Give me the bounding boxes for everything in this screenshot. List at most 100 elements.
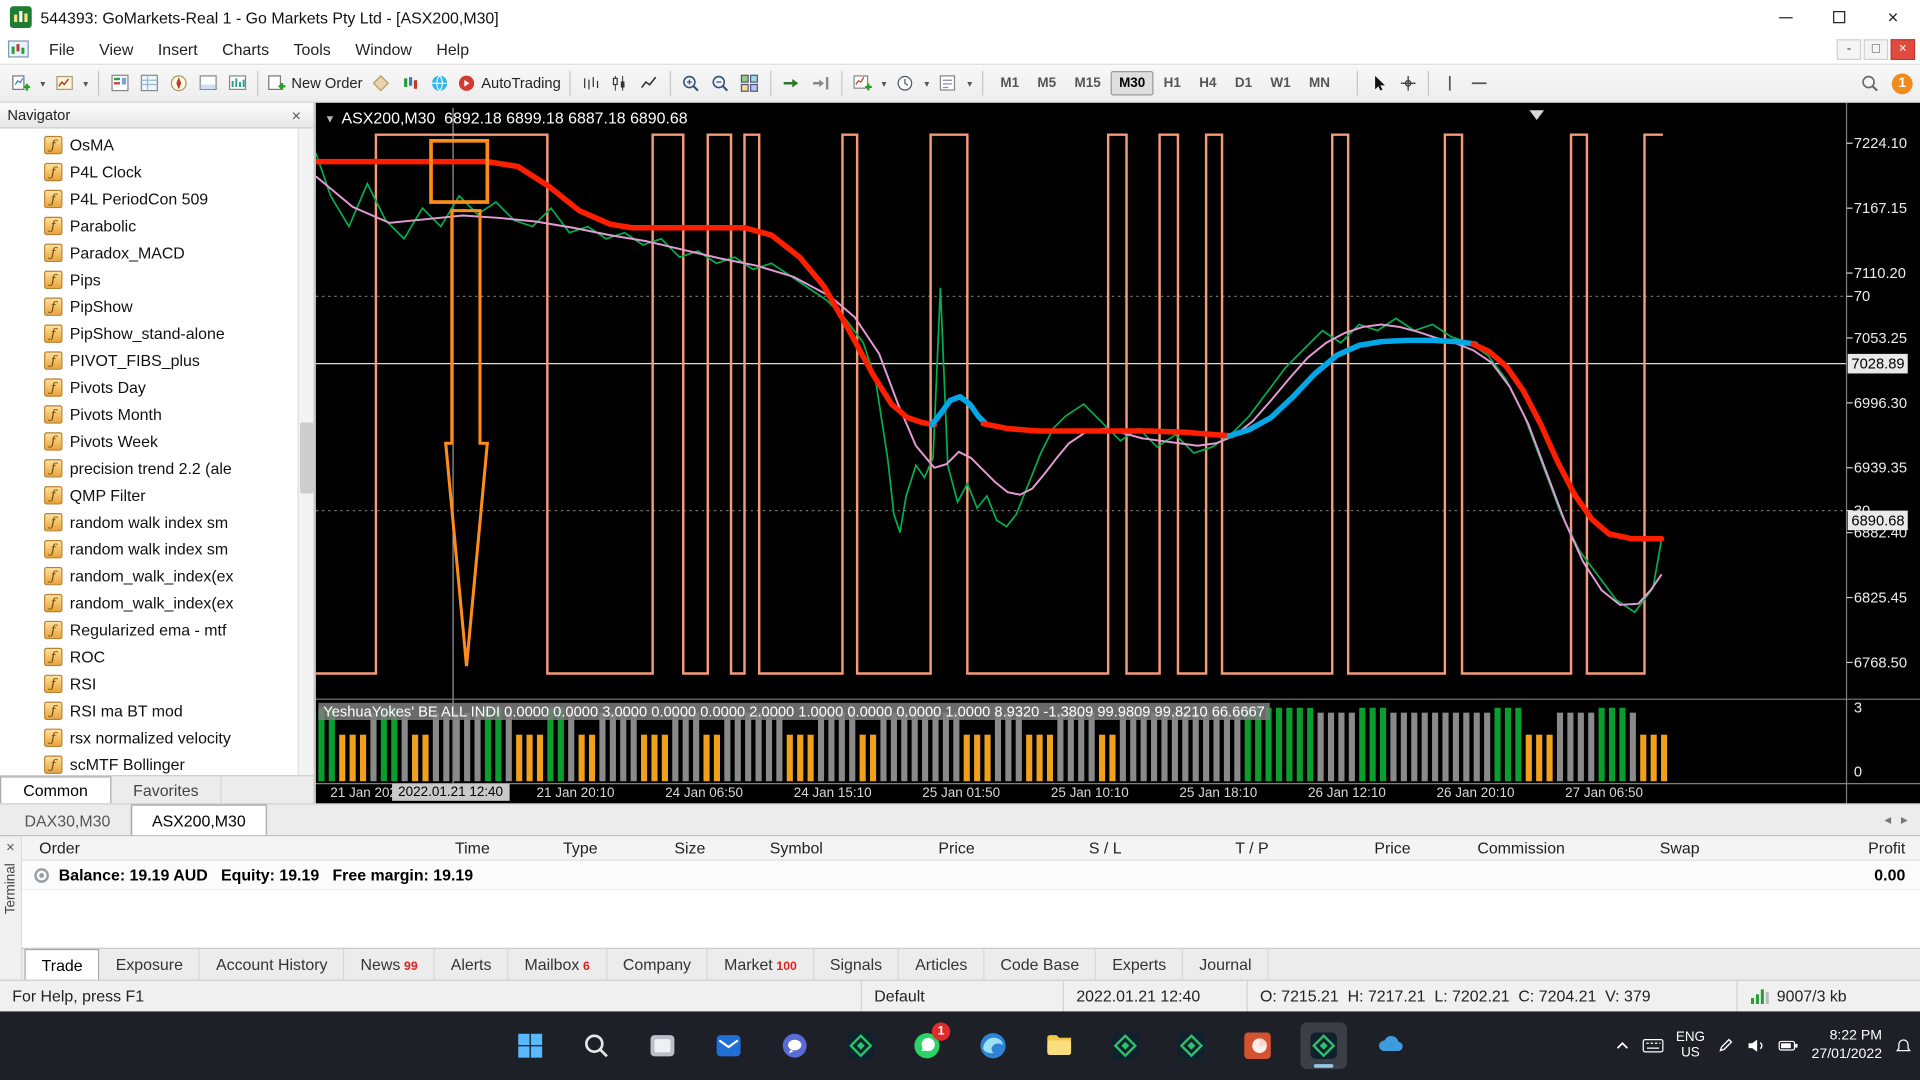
child-restore-button[interactable]: □ (1863, 38, 1889, 60)
new-chart-button[interactable] (7, 69, 35, 98)
indicator-item-pipshow-stand-alone[interactable]: ƒ PipShow_stand-alone (0, 320, 296, 347)
child-close-button[interactable]: × (1890, 38, 1916, 60)
terminal-column-swap-10[interactable]: Swap (1575, 839, 1710, 857)
indicator-item-parabolic[interactable]: ƒ Parabolic (0, 212, 296, 239)
indicator-item-rsx-normalized-velocity[interactable]: ƒ rsx normalized velocity (0, 724, 296, 751)
zoom-out-button[interactable] (706, 69, 734, 98)
terminal-tab-trade[interactable]: Trade (24, 948, 100, 980)
templates-button[interactable] (934, 69, 962, 98)
indicator-item-precision-trend-2-2-ale[interactable]: ƒ precision trend 2.2 (ale (0, 454, 296, 481)
terminal-panel-button[interactable] (193, 69, 221, 98)
timeframe-d1-button[interactable]: D1 (1226, 71, 1260, 95)
terminal-column-commission-9[interactable]: Commission (1420, 839, 1574, 857)
autotrading-button[interactable]: AutoTrading (454, 69, 563, 98)
indicator-item-pivots-day[interactable]: ƒ Pivots Day (0, 373, 296, 400)
time-axis[interactable]: 21 Jan 2022 21 Jan 20:10 24 Jan 06:50 24 Ja… (316, 783, 1847, 804)
battery-icon[interactable] (1778, 1038, 1799, 1053)
collapse-icon[interactable]: ▼ (324, 112, 335, 124)
timeframe-m1-button[interactable]: M1 (992, 71, 1028, 95)
terminal-column-profit-11[interactable]: Profit (1709, 839, 1920, 857)
timeframe-w1-button[interactable]: W1 (1262, 71, 1299, 95)
terminal-column-size-3[interactable]: Size (607, 839, 715, 857)
tabs-scroll-right-icon[interactable]: ▸ (1901, 812, 1908, 828)
child-minimize-button[interactable]: - (1836, 38, 1862, 60)
scrollbar-thumb[interactable] (300, 422, 314, 494)
taskbar-metatrader-icon[interactable] (1102, 1022, 1149, 1069)
taskbar-search-icon[interactable] (573, 1022, 620, 1069)
navigator-tab-favorites[interactable]: Favorites (111, 777, 222, 804)
menu-item-window[interactable]: Window (343, 34, 424, 63)
taskbar-whatsapp-icon[interactable]: 1 (904, 1022, 951, 1069)
timeframe-h4-button[interactable]: H4 (1191, 71, 1225, 95)
terminal-tab-experts[interactable]: Experts (1096, 948, 1184, 980)
line-chart-mode-button[interactable] (635, 69, 663, 98)
indicator-item-random-walk-index-ex[interactable]: ƒ random_walk_index(ex (0, 562, 296, 589)
minimize-button[interactable] (1758, 0, 1812, 34)
chart-shift-marker[interactable] (1529, 110, 1545, 120)
language-indicator[interactable]: ENG US (1676, 1030, 1705, 1061)
zoom-in-button[interactable] (677, 69, 705, 98)
navigator-scrollbar[interactable] (297, 128, 314, 776)
horizontal-line-tool-button[interactable] (1465, 69, 1493, 98)
taskbar-clock[interactable]: 8:22 PM 27/01/2022 (1812, 1027, 1882, 1064)
notification-badge[interactable]: 1 (1891, 72, 1913, 94)
menu-item-tools[interactable]: Tools (281, 34, 343, 63)
community-button[interactable] (425, 69, 453, 98)
tile-windows-button[interactable] (736, 69, 764, 98)
profiles-dropdown-icon[interactable]: ▾ (80, 78, 92, 89)
indicator-item-roc[interactable]: ƒ ROC (0, 643, 296, 670)
indicator-item-rsi[interactable]: ƒ RSI (0, 670, 296, 697)
taskbar-chat-icon[interactable] (771, 1022, 818, 1069)
taskbar-photos-icon[interactable] (639, 1022, 686, 1069)
timeframe-m30-button[interactable]: M30 (1110, 71, 1154, 96)
taskbar-powerpoint-icon[interactable] (1234, 1022, 1281, 1069)
terminal-column-type-2[interactable]: Type (500, 839, 608, 857)
terminal-column-price-8[interactable]: Price (1278, 839, 1420, 857)
search-button[interactable] (1855, 69, 1883, 98)
taskbar-metatrader-icon[interactable] (1168, 1022, 1215, 1069)
timeframe-m5-button[interactable]: M5 (1029, 71, 1065, 95)
terminal-tab-company[interactable]: Company (607, 948, 709, 980)
tabs-scroll-left-icon[interactable]: ◂ (1884, 812, 1891, 828)
new-order-button[interactable]: New Order (264, 69, 364, 98)
notification-bell-icon[interactable] (1894, 1037, 1912, 1055)
pen-icon[interactable] (1717, 1037, 1734, 1054)
navigator-button[interactable] (164, 69, 192, 98)
terminal-tab-signals[interactable]: Signals (814, 948, 900, 980)
indicator-item-qmp-filter[interactable]: ƒ QMP Filter (0, 481, 296, 508)
menu-item-view[interactable]: View (87, 34, 146, 63)
taskbar-explorer-icon[interactable] (1036, 1022, 1083, 1069)
terminal-tab-market[interactable]: Market 100 (708, 948, 814, 980)
taskbar-edge-icon[interactable] (970, 1022, 1017, 1069)
cursor-tool-button[interactable] (1364, 69, 1392, 98)
restore-button[interactable] (1812, 0, 1866, 34)
terminal-column-time-1[interactable]: Time (426, 839, 499, 857)
touch-keyboard-icon[interactable] (1642, 1037, 1664, 1054)
chart-window-button[interactable] (396, 69, 424, 98)
status-profile[interactable]: Default (860, 980, 1063, 1012)
drawn-arrow-object[interactable] (444, 209, 490, 667)
indicator-item-paradox-macd[interactable]: ƒ Paradox_MACD (0, 239, 296, 266)
terminal-tab-code-base[interactable]: Code Base (985, 948, 1097, 980)
metaeditor-button[interactable] (366, 69, 394, 98)
auto-scroll-button[interactable] (777, 69, 805, 98)
chart-shift-button[interactable] (807, 69, 835, 98)
indicator-item-random-walk-index-sm[interactable]: ƒ random walk index sm (0, 535, 296, 562)
terminal-column-t-p-7[interactable]: T / P (1131, 839, 1278, 857)
terminal-tab-news[interactable]: News 99 (345, 948, 435, 980)
indicator-item-pivots-week[interactable]: ƒ Pivots Week (0, 427, 296, 454)
indicator-item-pipshow[interactable]: ƒ PipShow (0, 293, 296, 320)
terminal-close-button[interactable]: × (6, 839, 15, 856)
indicator-item-random-walk-index-sm[interactable]: ƒ random walk index sm (0, 508, 296, 535)
indicator-item-p4l-clock[interactable]: ƒ P4L Clock (0, 158, 296, 185)
crosshair-tool-button[interactable] (1394, 69, 1422, 98)
price-chart[interactable] (315, 102, 1920, 804)
terminal-tab-articles[interactable]: Articles (899, 948, 985, 980)
chart-panel[interactable]: 7224.10 7167.15 7110.20 70 7053.25 6996.30 693… (315, 102, 1920, 804)
indicator-item-osma[interactable]: ƒ OsMA (0, 131, 296, 158)
terminal-tab-account-history[interactable]: Account History (200, 948, 345, 980)
menu-item-help[interactable]: Help (424, 34, 481, 63)
indicator-item-pips[interactable]: ƒ Pips (0, 266, 296, 293)
terminal-column-price-5[interactable]: Price (833, 839, 985, 857)
volume-icon[interactable] (1747, 1037, 1767, 1054)
